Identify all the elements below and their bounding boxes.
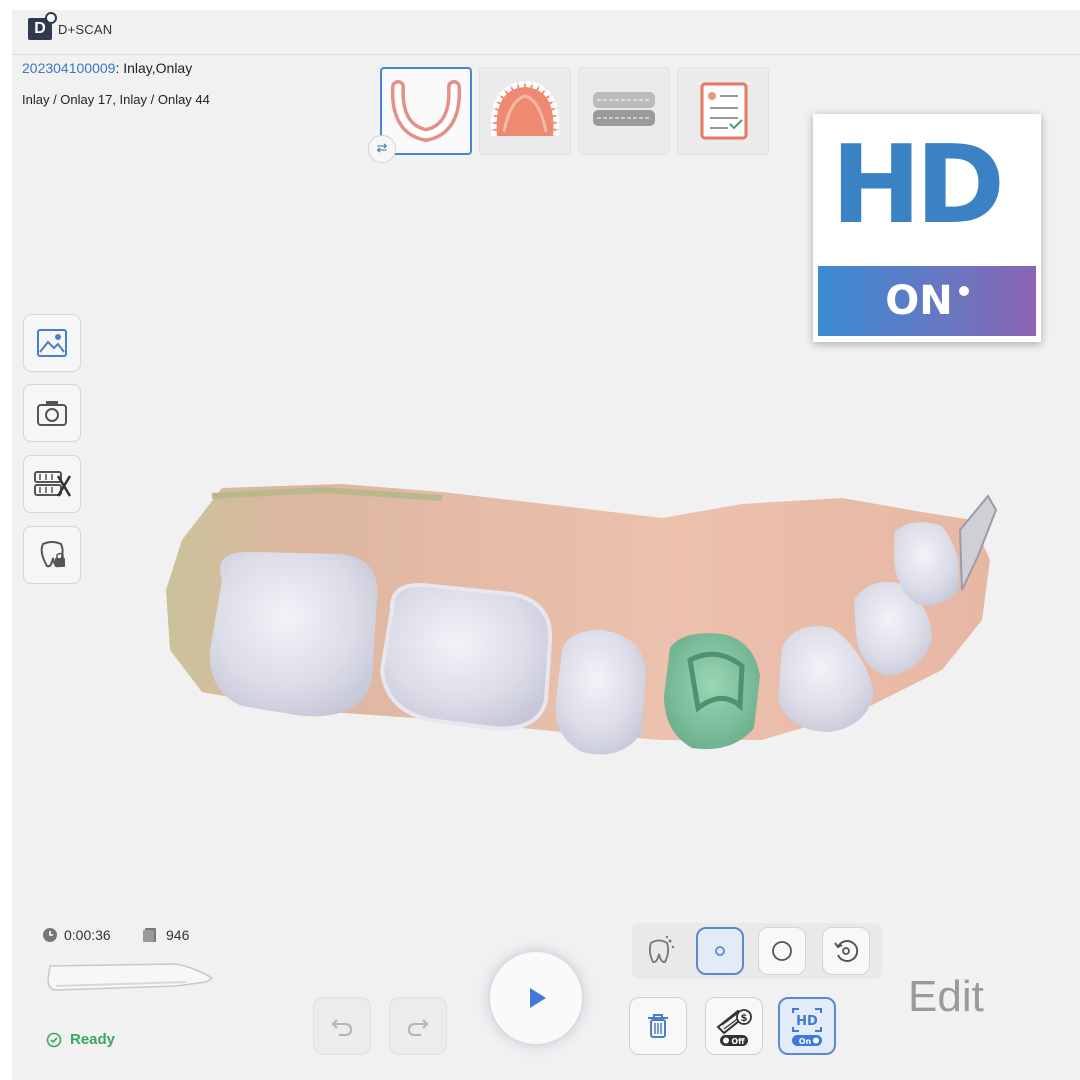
- upper-jaw-icon: [490, 80, 560, 137]
- tab-order-form[interactable]: [677, 67, 769, 155]
- rotate-reset-icon: [834, 940, 859, 962]
- tab-occlusion[interactable]: [578, 67, 670, 155]
- delete-button[interactable]: [629, 997, 687, 1055]
- mode-label: Edit: [908, 972, 984, 1021]
- scan-timer: 0:00:36: [42, 927, 111, 943]
- tooth-lock-icon: [40, 541, 65, 568]
- camera-icon: [37, 401, 67, 426]
- reset-view-button[interactable]: [822, 927, 870, 975]
- app-name: D+SCAN: [58, 22, 113, 37]
- frame-count: 946: [142, 927, 189, 943]
- lower-jaw-icon: [390, 80, 462, 143]
- small-circle-icon: [715, 946, 725, 956]
- large-circle-icon: [772, 941, 792, 961]
- case-id-link[interactable]: 202304100009: [22, 60, 115, 76]
- hd-badge-status: ON: [885, 278, 953, 324]
- play-scan-button[interactable]: [488, 950, 584, 1046]
- scanner-handpiece-icon: [47, 963, 214, 991]
- occlusion-icon: [593, 92, 655, 126]
- hd-badge: HD ON: [813, 114, 1041, 342]
- trim-button[interactable]: [23, 455, 81, 513]
- case-header: 202304100009: Inlay,Onlay: [22, 60, 193, 76]
- scanner-app-window: D D+SCAN 202304100009: Inlay,Onlay Inlay…: [12, 10, 1080, 1080]
- check-circle-icon: [46, 1032, 62, 1047]
- small-area-mode-button[interactable]: [696, 927, 744, 975]
- ai-filter-toggle[interactable]: $ Off: [705, 997, 763, 1055]
- dental-scan-model: [166, 484, 998, 755]
- hd-mode-toggle[interactable]: HD On: [778, 997, 836, 1055]
- large-area-mode-button[interactable]: [758, 927, 806, 975]
- tooth-detect-button[interactable]: [636, 927, 684, 975]
- hd-badge-status-bar: ON: [818, 266, 1036, 336]
- hd-badge-title: HD: [831, 123, 1005, 248]
- tooth-15: [555, 630, 646, 755]
- tooth-16: [379, 583, 553, 731]
- redo-icon: [407, 1019, 429, 1036]
- redo-button[interactable]: [389, 997, 447, 1055]
- tab-upper-jaw[interactable]: [479, 67, 571, 155]
- swap-jaw-icon[interactable]: ⇄: [368, 135, 396, 163]
- play-icon: [530, 988, 546, 1008]
- ai-filter-off-icon: $ Off: [716, 1009, 752, 1046]
- app-logo: D: [28, 12, 57, 40]
- frames-icon: [143, 928, 156, 942]
- svg-text:Off: Off: [731, 1037, 745, 1046]
- svg-text:HD: HD: [796, 1014, 818, 1029]
- clock-icon: [43, 928, 57, 942]
- tab-lower-jaw[interactable]: ⇄: [368, 67, 472, 163]
- svg-text:$: $: [741, 1013, 748, 1024]
- tooth-14-selected: [664, 633, 760, 750]
- undo-icon: [331, 1019, 353, 1036]
- image-button[interactable]: [23, 314, 81, 372]
- tooth-sparkle-icon: [648, 935, 675, 963]
- camera-button[interactable]: [23, 384, 81, 442]
- hd-on-icon: HD On: [792, 1008, 822, 1046]
- trash-icon: [648, 1014, 668, 1038]
- case-detail: Inlay / Onlay 17, Inlay / Onlay 44: [22, 92, 210, 107]
- trim-icon: [34, 471, 72, 497]
- undo-button[interactable]: [313, 997, 371, 1055]
- tooth-lock-button[interactable]: [23, 526, 81, 584]
- svg-text:On: On: [799, 1037, 812, 1046]
- ready-status: Ready: [46, 1031, 115, 1048]
- case-types: Inlay,Onlay: [123, 60, 193, 76]
- tooth-17: [209, 551, 378, 717]
- title-bar: D D+SCAN: [12, 10, 1080, 55]
- order-form-icon: [700, 82, 748, 140]
- image-icon: [37, 329, 67, 357]
